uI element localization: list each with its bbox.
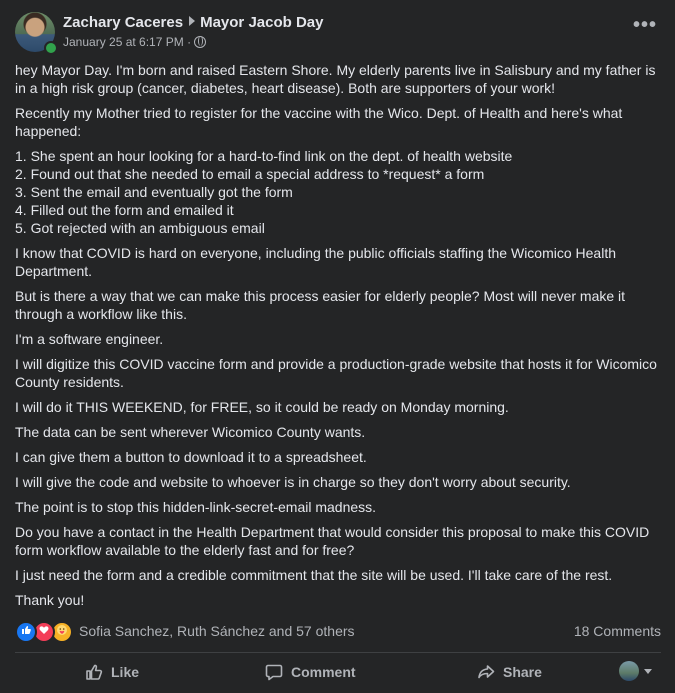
post-paragraph: The data can be sent wherever Wicomico C… bbox=[15, 424, 366, 440]
like-label: Like bbox=[111, 664, 140, 680]
steps-list: 1. She spent an hour looking for a hard-… bbox=[15, 147, 661, 237]
author-line: Zachary Caceres Mayor Jacob Day bbox=[63, 14, 323, 31]
more-icon: ••• bbox=[632, 14, 657, 36]
post-paragraph: I will give the code and website to whoe… bbox=[15, 474, 571, 490]
reactions-text[interactable]: Sofia Sanchez, Ruth Sánchez and 57 other… bbox=[79, 623, 355, 639]
globe-icon[interactable] bbox=[194, 36, 207, 48]
arrow-right-icon bbox=[189, 16, 196, 26]
post-paragraph: I'm a software engineer. bbox=[15, 331, 164, 347]
audience-selector[interactable] bbox=[619, 661, 653, 683]
like-icon bbox=[15, 621, 37, 643]
step-item: 2. Found out that she needed to email a … bbox=[15, 166, 485, 182]
divider bbox=[15, 652, 661, 653]
thumbs-up-icon bbox=[85, 660, 103, 692]
post-paragraph: I will digitize this COVID vaccine form … bbox=[15, 356, 657, 390]
share-icon bbox=[477, 660, 495, 692]
chevron-down-icon bbox=[644, 669, 652, 674]
post-body: hey Mayor Day. I'm born and raised Easte… bbox=[15, 61, 661, 616]
post-paragraph: I can give them a button to download it … bbox=[15, 449, 367, 465]
comment-label: Comment bbox=[291, 664, 356, 680]
step-item: 5. Got rejected with an ambiguous email bbox=[15, 220, 265, 236]
post-paragraph: hey Mayor Day. I'm born and raised Easte… bbox=[15, 62, 656, 96]
online-status-icon bbox=[44, 41, 58, 55]
author-name[interactable]: Zachary Caceres bbox=[63, 14, 183, 31]
comments-count[interactable]: 18 Comments bbox=[574, 623, 661, 639]
share-label: Share bbox=[503, 664, 542, 680]
action-bar: Like Comment Share bbox=[15, 656, 661, 690]
post-meta: January 25 at 6:17 PM · bbox=[63, 35, 207, 49]
post-paragraph: I just need the form and a credible comm… bbox=[15, 567, 613, 583]
step-item: 3. Sent the email and eventually got the… bbox=[15, 184, 293, 200]
step-item: 4. Filled out the form and emailed it bbox=[15, 202, 234, 218]
step-item: 1. She spent an hour looking for a hard-… bbox=[15, 148, 513, 164]
share-button[interactable]: Share bbox=[477, 656, 542, 688]
user-avatar bbox=[619, 661, 639, 681]
post-paragraph: The point is to stop this hidden-link-se… bbox=[15, 499, 377, 515]
post-paragraph: Do you have a contact in the Health Depa… bbox=[15, 524, 650, 558]
target-page-name[interactable]: Mayor Jacob Day bbox=[200, 14, 323, 31]
post-paragraph: But is there a way that we can make this… bbox=[15, 288, 626, 322]
post-header: Zachary Caceres Mayor Jacob Day January 2… bbox=[15, 12, 660, 55]
post-paragraph: Recently my Mother tried to register for… bbox=[15, 105, 623, 139]
comment-icon bbox=[265, 660, 283, 692]
comment-button[interactable]: Comment bbox=[265, 656, 356, 688]
post-card: Zachary Caceres Mayor Jacob Day January 2… bbox=[0, 0, 675, 693]
reaction-icons[interactable] bbox=[15, 621, 75, 643]
more-options-button[interactable]: ••• bbox=[630, 15, 660, 42]
meta-separator: · bbox=[187, 35, 192, 49]
post-paragraph: Thank you! bbox=[15, 592, 85, 608]
post-paragraph: I know that COVID is hard on everyone, i… bbox=[15, 245, 617, 279]
reactions-bar: Sofia Sanchez, Ruth Sánchez and 57 other… bbox=[15, 620, 661, 643]
post-timestamp[interactable]: January 25 at 6:17 PM bbox=[63, 35, 184, 49]
post-paragraph: I will do it THIS WEEKEND, for FREE, so … bbox=[15, 399, 509, 415]
like-button[interactable]: Like bbox=[85, 656, 139, 688]
